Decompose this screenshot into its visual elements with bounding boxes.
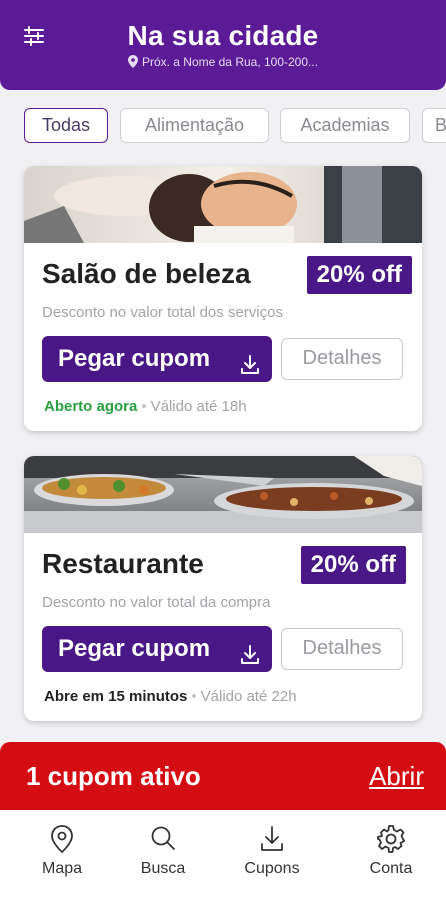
open-status: Aberto agora bbox=[44, 398, 138, 415]
nav-label: Busca bbox=[140, 860, 186, 877]
location-label[interactable]: Próx. a Nome da Rua, 100-200... bbox=[0, 55, 446, 71]
offer-title: Restaurante bbox=[42, 548, 204, 579]
map-pin-icon bbox=[12, 824, 112, 854]
active-coupon-banner: 1 cupom ativo Abrir bbox=[0, 742, 446, 810]
download-icon bbox=[222, 824, 322, 854]
get-coupon-label: Pegar cupom bbox=[58, 635, 211, 662]
bottom-navigation: Mapa Busca Cupons Conta bbox=[0, 810, 446, 900]
get-coupon-button[interactable]: Pegar cupom bbox=[42, 626, 272, 672]
details-button[interactable]: Detalhes bbox=[281, 338, 403, 380]
offer-status: Abre em 15 minutos • Válido até 22h bbox=[44, 688, 297, 705]
offer-description: Desconto no valor total da compra bbox=[42, 594, 271, 611]
restaurant-photo bbox=[24, 456, 422, 533]
download-icon bbox=[238, 347, 262, 393]
validity-text: Válido até 22h bbox=[200, 688, 297, 705]
chip-academias[interactable]: Academias bbox=[280, 108, 410, 143]
location-text: Próx. a Nome da Rua, 100-200... bbox=[141, 55, 319, 69]
get-coupon-label: Pegar cupom bbox=[58, 345, 211, 372]
app-header: Na sua cidade Próx. a Nome da Rua, 100-2… bbox=[0, 0, 446, 90]
nav-label: Mapa bbox=[41, 860, 83, 877]
offer-card: Restaurante 20% off Desconto no valor to… bbox=[24, 456, 422, 721]
offer-status: Aberto agora • Válido até 18h bbox=[44, 398, 247, 415]
search-icon bbox=[113, 824, 213, 854]
nav-item-mapa[interactable]: Mapa bbox=[12, 824, 112, 878]
download-icon bbox=[238, 637, 262, 683]
active-coupon-text: 1 cupom ativo bbox=[26, 761, 201, 791]
chip-todas[interactable]: Todas bbox=[24, 108, 108, 143]
nav-label: Cupons bbox=[244, 860, 300, 877]
discount-badge: 20% off bbox=[306, 256, 412, 294]
gear-icon bbox=[341, 824, 441, 854]
nav-item-busca[interactable]: Busca bbox=[113, 824, 213, 878]
salon-photo bbox=[24, 166, 422, 243]
nav-label: Conta bbox=[369, 860, 413, 877]
details-button[interactable]: Detalhes bbox=[281, 628, 403, 670]
validity-text: Válido até 18h bbox=[150, 398, 247, 415]
open-coupon-link[interactable]: Abrir bbox=[369, 761, 424, 792]
chip-more[interactable]: B bbox=[422, 108, 446, 143]
offer-card: Salão de beleza 20% off Desconto no valo… bbox=[24, 166, 422, 431]
discount-badge: 20% off bbox=[300, 546, 406, 584]
nav-item-conta[interactable]: Conta bbox=[341, 824, 441, 878]
location-pin-icon bbox=[127, 55, 138, 71]
chip-alimentacao[interactable]: Alimentação bbox=[120, 108, 269, 143]
get-coupon-button[interactable]: Pegar cupom bbox=[42, 336, 272, 382]
nav-item-cupons[interactable]: Cupons bbox=[222, 824, 322, 878]
category-filter-bar: Todas Alimentação Academias B bbox=[0, 108, 446, 144]
opening-soon-status: Abre em 15 minutos bbox=[44, 688, 188, 705]
offer-description: Desconto no valor total dos serviços bbox=[42, 304, 283, 321]
page-title: Na sua cidade bbox=[127, 20, 319, 51]
offer-title: Salão de beleza bbox=[42, 258, 251, 289]
